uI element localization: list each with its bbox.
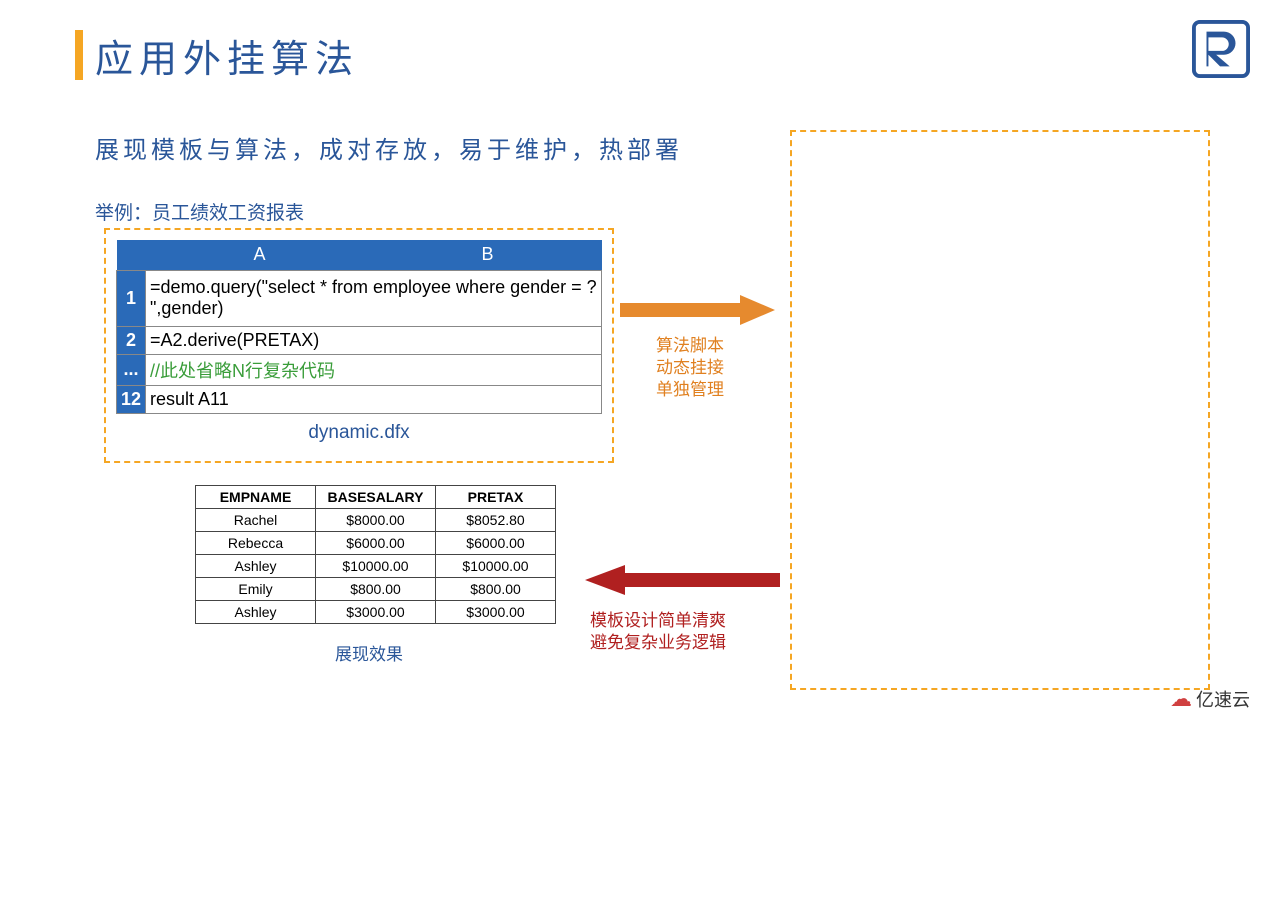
- logo-r-icon: [1192, 20, 1250, 78]
- table-row: Ashley$3000.00$3000.00: [196, 601, 556, 624]
- result-caption: 展现效果: [335, 640, 403, 665]
- dfx-table: AB 1=demo.query("select * from employee …: [116, 240, 602, 414]
- cell-a12: result A11: [146, 385, 602, 413]
- arrow-left-text: 模板设计简单清爽 避免复杂业务逻辑: [590, 610, 726, 654]
- cloud-icon: ☁: [1170, 686, 1192, 712]
- arrow-left-icon: [585, 565, 780, 595]
- dfx-script-box: AB 1=demo.query("select * from employee …: [104, 228, 614, 463]
- arrow-right-text: 算法脚本 动态挂接 单独管理: [656, 335, 724, 401]
- page-title: 应用外挂算法: [95, 28, 359, 83]
- arrow-right-icon: [620, 295, 775, 325]
- example-label: 举例：员工绩效工资报表: [95, 198, 304, 225]
- result-table: EMPNAMEBASESALARYPRETAX Rachel$8000.00$8…: [195, 485, 556, 624]
- design-box: R数据集设置× 名称类型数据源 ds1集算器demo 确定(O) 取消(C) 增…: [790, 130, 1210, 690]
- dfx-filename: dynamic.dfx: [116, 422, 602, 444]
- cell-a2: =A2.derive(PRETAX): [146, 326, 602, 354]
- cell-comment: //此处省略N行复杂代码: [146, 354, 602, 385]
- subtitle: 展现模板与算法，成对存放，易于维护，热部署: [95, 130, 683, 165]
- table-row: Emily$800.00$800.00: [196, 578, 556, 601]
- table-row: Rebecca$6000.00$6000.00: [196, 532, 556, 555]
- title-accent: [75, 30, 83, 80]
- cell-a1: =demo.query("select * from employee wher…: [146, 270, 602, 326]
- brand-footer: ☁亿速云: [1170, 686, 1250, 712]
- col-b: B: [374, 240, 602, 270]
- table-row: Ashley$10000.00$10000.00: [196, 555, 556, 578]
- table-row: Rachel$8000.00$8052.80: [196, 509, 556, 532]
- col-a: A: [146, 240, 374, 270]
